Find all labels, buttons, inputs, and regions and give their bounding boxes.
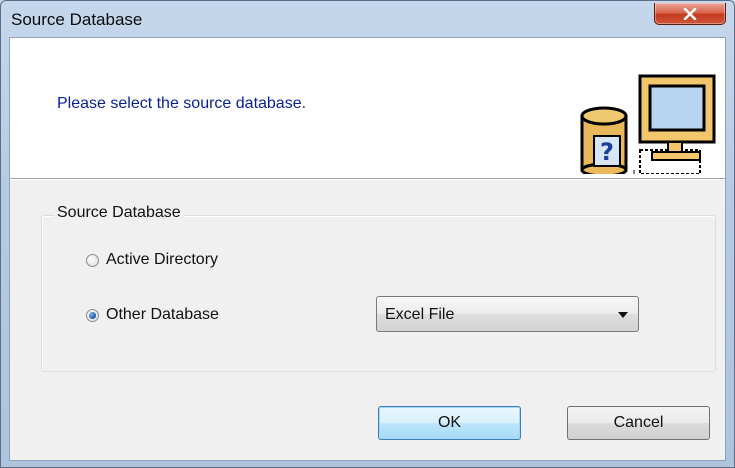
header-divider: [10, 179, 725, 180]
source-database-group: Source Database: [41, 204, 716, 372]
radio-active-directory[interactable]: Active Directory: [86, 251, 218, 269]
header-panel: Please select the source database. ?: [10, 38, 725, 179]
radio-checked-icon[interactable]: [86, 308, 99, 322]
close-button[interactable]: [654, 3, 726, 25]
radio-unchecked-icon[interactable]: [86, 253, 99, 267]
radio-label-other-database: Other Database: [106, 306, 219, 323]
database-type-dropdown[interactable]: Excel File: [376, 296, 639, 332]
title-bar[interactable]: Source Database: [1, 1, 734, 37]
window-title: Source Database: [11, 10, 143, 29]
chevron-down-icon[interactable]: [618, 312, 628, 318]
dialog-client-area: Please select the source database. ? Sou…: [9, 37, 726, 461]
ok-button[interactable]: OK: [378, 406, 521, 440]
database-computer-question-icon: ?: [580, 74, 716, 174]
dropdown-selected-value: Excel File: [385, 306, 455, 323]
cancel-button[interactable]: Cancel: [567, 406, 710, 440]
dialog-window: Source Database Please select the source…: [0, 0, 735, 468]
radio-label-active-directory: Active Directory: [106, 251, 219, 268]
radio-other-database[interactable]: Other Database: [86, 306, 219, 324]
group-legend: Source Database: [54, 204, 184, 222]
header-instruction: Please select the source database.: [57, 95, 307, 112]
svg-text:?: ?: [600, 138, 614, 166]
close-x-icon: [683, 7, 697, 20]
